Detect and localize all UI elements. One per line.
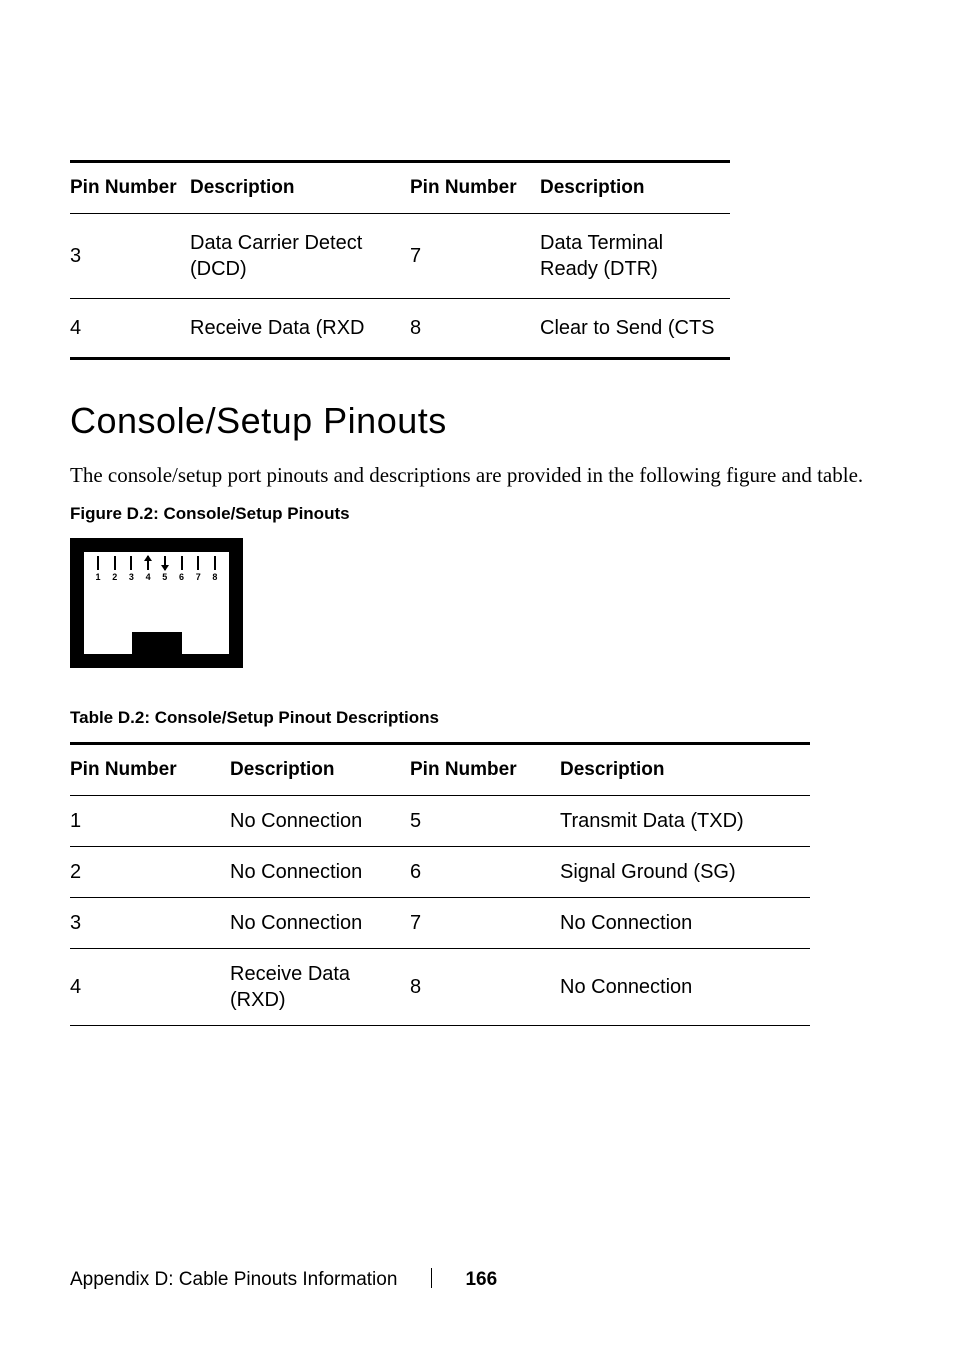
col-description-b: Description bbox=[560, 744, 810, 796]
cell-pin-a: 3 bbox=[70, 214, 190, 299]
col-pin-number-b: Pin Number bbox=[410, 744, 560, 796]
footer-separator bbox=[431, 1268, 433, 1288]
table-row: 2 No Connection 6 Signal Ground (SG) bbox=[70, 847, 810, 898]
cell-desc-a: No Connection bbox=[230, 847, 410, 898]
pin-1: 1 bbox=[92, 556, 104, 582]
table-row: 3 No Connection 7 No Connection bbox=[70, 898, 810, 949]
pin-7: 7 bbox=[192, 556, 204, 582]
cell-desc-a: Receive Data (RXD) bbox=[230, 949, 410, 1026]
pin-6: 6 bbox=[176, 556, 188, 582]
cell-desc-b: No Connection bbox=[560, 898, 810, 949]
pin-row: 1 2 3 4 5 6 7 8 bbox=[92, 556, 221, 582]
col-pin-number-b: Pin Number bbox=[410, 162, 540, 214]
table-row: 3 Data Carrier Detect (DCD) 7 Data Termi… bbox=[70, 214, 730, 299]
section-heading: Console/Setup Pinouts bbox=[70, 400, 884, 442]
cell-desc-a: Receive Data (RXD bbox=[190, 299, 410, 359]
cell-desc-b: Transmit Data (TXD) bbox=[560, 796, 810, 847]
cell-pin-a: 4 bbox=[70, 949, 230, 1026]
pin-2: 2 bbox=[109, 556, 121, 582]
pin-3: 3 bbox=[125, 556, 137, 582]
cell-pin-b: 7 bbox=[410, 214, 540, 299]
cell-desc-a: No Connection bbox=[230, 898, 410, 949]
cell-desc-b: Data Terminal Ready (DTR) bbox=[540, 214, 730, 299]
cell-pin-b: 5 bbox=[410, 796, 560, 847]
pin-5: 5 bbox=[159, 556, 171, 582]
section-intro: The console/setup port pinouts and descr… bbox=[70, 460, 870, 490]
pin-4: 4 bbox=[142, 556, 154, 582]
connector-notch bbox=[132, 632, 182, 654]
console-setup-pinout-table: Pin Number Description Pin Number Descri… bbox=[70, 742, 810, 1026]
pin-8: 8 bbox=[209, 556, 221, 582]
col-description-a: Description bbox=[190, 162, 410, 214]
appendix-label: Appendix D: Cable Pinouts Information bbox=[70, 1269, 397, 1290]
table-header-row: Pin Number Description Pin Number Descri… bbox=[70, 162, 730, 214]
figure-caption: Figure D.2: Console/Setup Pinouts bbox=[70, 504, 884, 524]
table-header-row: Pin Number Description Pin Number Descri… bbox=[70, 744, 810, 796]
cell-pin-a: 2 bbox=[70, 847, 230, 898]
cell-desc-a: Data Carrier Detect (DCD) bbox=[190, 214, 410, 299]
cell-pin-a: 3 bbox=[70, 898, 230, 949]
pinout-table-partial: Pin Number Description Pin Number Descri… bbox=[70, 160, 730, 360]
col-pin-number-a: Pin Number bbox=[70, 744, 230, 796]
cell-pin-b: 7 bbox=[410, 898, 560, 949]
table-row: 4 Receive Data (RXD) 8 No Connection bbox=[70, 949, 810, 1026]
cell-desc-b: Clear to Send (CTS bbox=[540, 299, 730, 359]
col-description-a: Description bbox=[230, 744, 410, 796]
cell-pin-b: 8 bbox=[410, 299, 540, 359]
cell-pin-a: 4 bbox=[70, 299, 190, 359]
cell-desc-b: Signal Ground (SG) bbox=[560, 847, 810, 898]
table-caption: Table D.2: Console/Setup Pinout Descript… bbox=[70, 708, 884, 728]
connector-body: 1 2 3 4 5 6 7 8 bbox=[84, 552, 229, 654]
cell-pin-b: 8 bbox=[410, 949, 560, 1026]
cell-desc-b: No Connection bbox=[560, 949, 810, 1026]
cell-pin-b: 6 bbox=[410, 847, 560, 898]
table-row: 1 No Connection 5 Transmit Data (TXD) bbox=[70, 796, 810, 847]
cell-desc-a: No Connection bbox=[230, 796, 410, 847]
col-pin-number-a: Pin Number bbox=[70, 162, 190, 214]
col-description-b: Description bbox=[540, 162, 730, 214]
connector-figure: 1 2 3 4 5 6 7 8 bbox=[70, 538, 243, 668]
page-number: 166 bbox=[465, 1269, 497, 1290]
cell-pin-a: 1 bbox=[70, 796, 230, 847]
page-footer: Appendix D: Cable Pinouts Information 16… bbox=[70, 1269, 497, 1291]
table-row: 4 Receive Data (RXD 8 Clear to Send (CTS bbox=[70, 299, 730, 359]
